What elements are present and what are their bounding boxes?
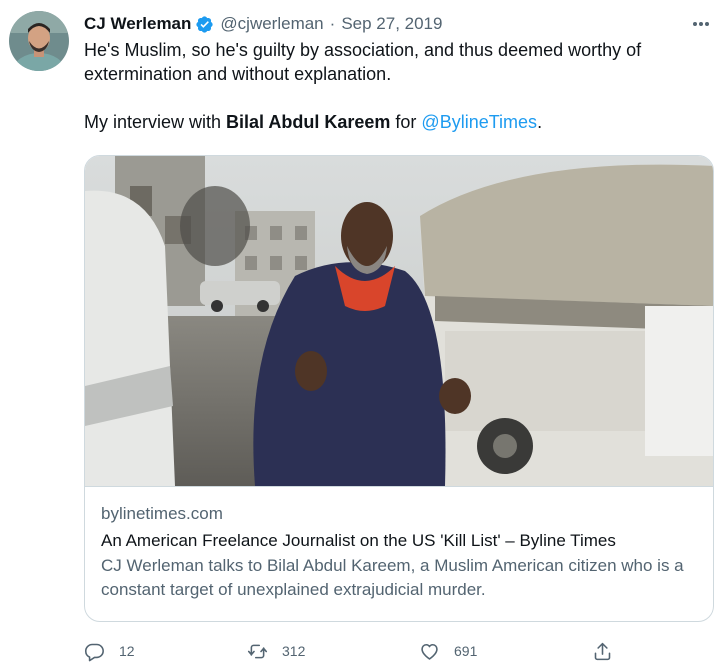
like-count: 691 [454,643,478,659]
reply-icon [84,643,104,661]
verified-badge-icon [196,15,214,33]
reply-button[interactable]: 12 [84,638,135,664]
avatar-image [9,11,69,71]
card-domain: bylinetimes.com [101,504,223,523]
tweet-text: He's Muslim, so he's guilty by associati… [84,38,704,134]
mention-link[interactable]: @BylineTimes [421,112,537,132]
text-prefix: My interview with [84,112,227,132]
retweet-icon [247,644,268,658]
more-horizontal-icon [693,22,709,26]
card-divider [85,486,713,487]
retweet-button[interactable]: 312 [247,638,305,664]
card-body: bylinetimes.com An American Freelance Jo… [101,503,701,602]
card-image [85,156,713,486]
tweet-date[interactable]: Sep 27, 2019 [341,14,442,34]
more-button[interactable] [686,13,716,35]
link-card[interactable]: bylinetimes.com An American Freelance Jo… [84,155,714,622]
text-mid: for [390,112,422,132]
card-title: An American Freelance Journalist on the … [101,531,616,550]
share-icon [594,642,611,660]
author-name[interactable]: CJ Werleman [84,14,191,34]
reply-count: 12 [119,643,135,659]
separator-dot: · [329,14,336,33]
tweet-text-line1: He's Muslim, so he's guilty by associati… [84,40,642,84]
heart-icon [421,643,438,660]
bold-name: Bilal Abdul Kareem [226,112,391,132]
author-handle[interactable]: @cjwerleman [220,14,323,34]
text-suffix: . [537,112,543,132]
like-button[interactable]: 691 [419,638,477,664]
avatar[interactable] [9,11,69,71]
tweet-text-line2: My interview with Bilal Abdul Kareem for… [84,110,704,134]
card-description: CJ Werleman talks to Bilal Abdul Kareem,… [101,556,684,599]
share-button[interactable] [592,638,613,664]
retweet-count: 312 [282,643,306,659]
tweet-header: CJ Werleman @cjwerleman · Sep 27, 2019 [84,12,442,36]
